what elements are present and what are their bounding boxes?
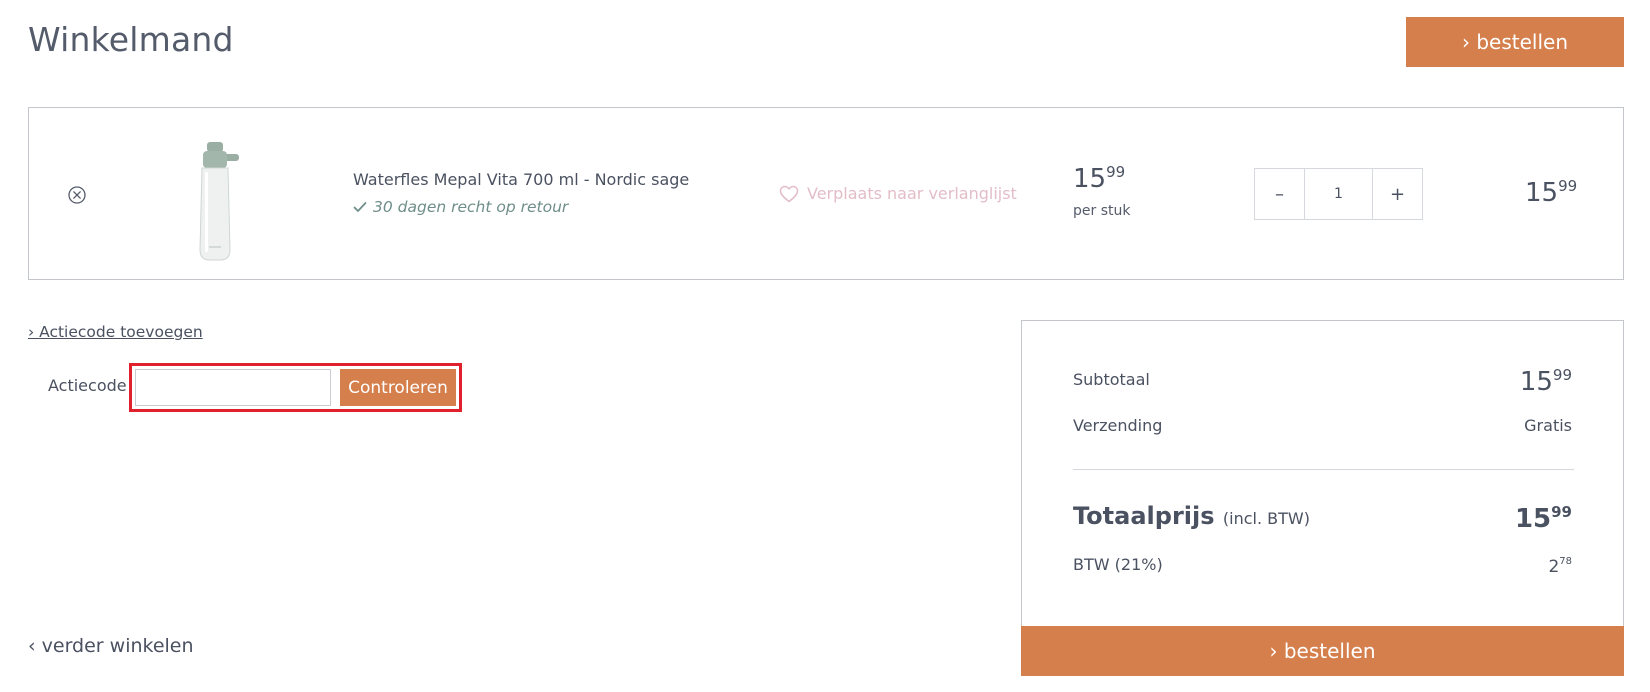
shipping-value: Gratis	[1524, 416, 1572, 435]
promo-check-button[interactable]: Controleren	[340, 369, 456, 406]
order-button-top[interactable]: › bestellen	[1406, 17, 1624, 67]
quantity-increase-button[interactable]: +	[1373, 169, 1422, 219]
total-dec: 99	[1551, 503, 1572, 521]
total-int: 15	[1514, 504, 1552, 534]
vat-int: 2	[1548, 557, 1560, 577]
page-title: Winkelmand	[28, 20, 234, 59]
close-circle-icon[interactable]	[67, 185, 87, 205]
total-price-label: Totaalprijs (incl. BTW)	[1073, 502, 1310, 530]
unit-price-dec: 99	[1106, 163, 1126, 181]
move-to-wishlist-link[interactable]: Verplaats naar verlanglijst	[779, 184, 1017, 203]
line-total-dec: 99	[1558, 177, 1578, 195]
product-name[interactable]: Waterfles Mepal Vita 700 ml - Nordic sag…	[353, 170, 689, 189]
add-promo-code-link[interactable]: › Actiecode toevoegen	[28, 323, 203, 341]
unit-price-int: 15	[1073, 164, 1107, 194]
quantity-stepper: – +	[1254, 168, 1423, 220]
per-piece-label: per stuk	[1073, 203, 1131, 219]
vat-dec: 78	[1559, 556, 1572, 567]
subtotal-value: 1599	[1519, 366, 1572, 397]
promo-code-label: Actiecode	[48, 376, 127, 395]
return-policy-note: 30 dagen recht op retour	[353, 198, 568, 216]
line-total-price: 1599	[1525, 177, 1578, 208]
subtotal-int: 15	[1519, 367, 1553, 397]
total-price-title: Totaalprijs	[1073, 502, 1215, 530]
product-image[interactable]	[193, 142, 249, 262]
order-summary: Subtotaal 1599 Verzending Gratis Totaalp…	[1021, 320, 1624, 676]
quantity-decrease-button[interactable]: –	[1255, 169, 1304, 219]
cart-item-row: Waterfles Mepal Vita 700 ml - Nordic sag…	[28, 107, 1624, 280]
line-total-int: 15	[1525, 178, 1559, 208]
vat-value: 278	[1548, 556, 1572, 577]
promo-code-form: Controleren	[129, 363, 462, 412]
unit-price: 1599	[1073, 163, 1126, 194]
continue-shopping-link[interactable]: ‹ verder winkelen	[28, 635, 194, 657]
quantity-input[interactable]	[1304, 169, 1373, 219]
vat-label: BTW (21%)	[1073, 555, 1163, 574]
check-icon	[353, 202, 367, 212]
subtotal-label: Subtotaal	[1073, 370, 1150, 389]
total-price-value: 1599	[1514, 503, 1572, 534]
summary-divider	[1073, 469, 1574, 470]
total-incl-vat: (incl. BTW)	[1222, 509, 1310, 528]
heart-outline-icon	[779, 185, 799, 202]
subtotal-dec: 99	[1552, 366, 1572, 384]
promo-code-input[interactable]	[135, 369, 331, 406]
order-button-bottom[interactable]: › bestellen	[1021, 626, 1624, 676]
wishlist-label: Verplaats naar verlanglijst	[807, 184, 1017, 203]
shipping-label: Verzending	[1073, 416, 1163, 435]
return-policy-text: 30 dagen recht op retour	[373, 198, 569, 216]
